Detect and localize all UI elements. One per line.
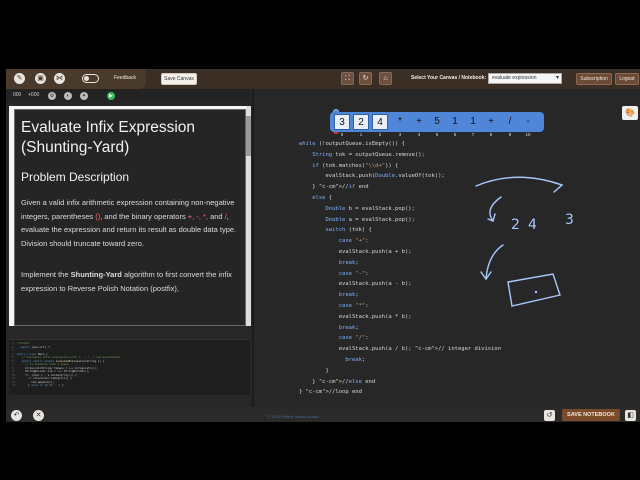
- array-cell[interactable]: *: [392, 114, 408, 130]
- array-cell[interactable]: 4: [372, 114, 388, 130]
- array-index: 8: [489, 132, 493, 137]
- array-cell[interactable]: +: [483, 114, 499, 130]
- array-index: 10: [525, 132, 531, 137]
- array-index: 6: [453, 132, 457, 137]
- sketch-strokes: [475, 176, 564, 307]
- array-index: 4: [417, 132, 421, 137]
- sketch-left-arc: [489, 196, 502, 222]
- copyright-text: © 2025 Priority Notes Limited: [267, 414, 320, 419]
- array-cell[interactable]: 3: [334, 114, 350, 130]
- sketch-down-arrow: [485, 244, 504, 280]
- sketch-text-3: 3: [565, 212, 574, 228]
- undo-icon[interactable]: ↶: [11, 410, 22, 421]
- color-palette-icon[interactable]: 🎨: [622, 106, 638, 120]
- array-cell[interactable]: 1: [465, 114, 481, 130]
- app-window: ✎ ▣ ⋈ Feedback Save Canvas ⛶ ↻ ⌂ Select …: [6, 69, 640, 422]
- sketch-top-arc: [475, 176, 563, 187]
- sketch-text-4: 4: [528, 217, 537, 233]
- array-cell[interactable]: 5: [429, 114, 445, 130]
- close-icon[interactable]: ✕: [33, 410, 44, 421]
- array-cell[interactable]: 2: [353, 114, 369, 130]
- array-cell[interactable]: 1: [447, 114, 463, 130]
- screen: ✎ ▣ ⋈ Feedback Save Canvas ⛶ ↻ ⌂ Select …: [0, 0, 640, 480]
- array-cell[interactable]: /: [502, 114, 518, 130]
- save-notebook-button[interactable]: SAVE NOTEBOOK: [562, 409, 620, 421]
- sketch-dot: [534, 290, 538, 294]
- array-index: 9: [508, 132, 512, 137]
- array-index: 7: [471, 132, 475, 137]
- array-index: 2: [378, 132, 382, 137]
- history-icon[interactable]: ↺: [544, 410, 555, 421]
- array-cell[interactable]: -: [520, 114, 536, 130]
- array-index: 1: [359, 132, 363, 137]
- array-index: 5: [435, 132, 439, 137]
- array-cell[interactable]: +: [411, 114, 427, 130]
- hand-sketch: 2 4 3: [475, 176, 574, 307]
- array-index: 3: [398, 132, 402, 137]
- more-icon[interactable]: ◧: [625, 410, 636, 421]
- array-index: 0: [340, 132, 344, 137]
- bottom-bar: ↶ ✕ © 2025 Priority Notes Limited ↺ SAVE…: [6, 407, 640, 422]
- sketch-top-arrowhead: [551, 181, 564, 193]
- sketch-box: [507, 273, 561, 307]
- sketch-text-2: 2: [511, 217, 520, 233]
